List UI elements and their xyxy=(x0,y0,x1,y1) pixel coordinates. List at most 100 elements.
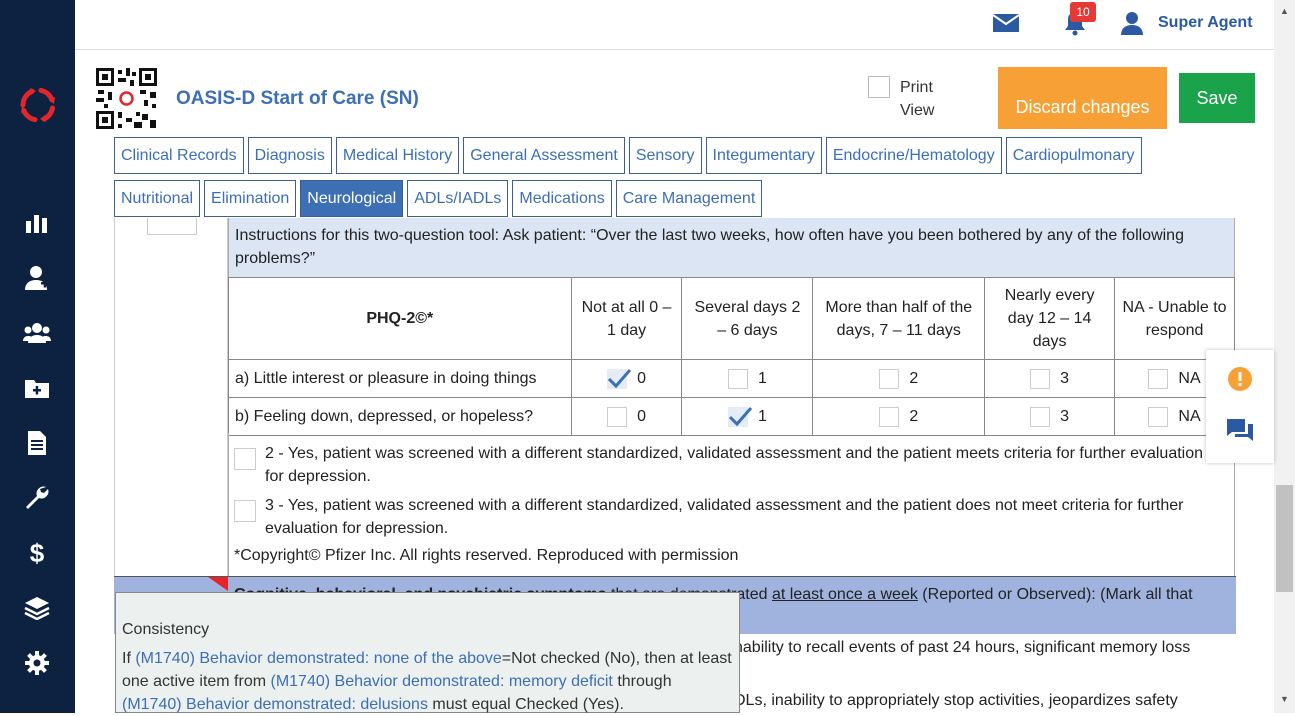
screening-option-3-label: 3 - Yes, patient was screened with a dif… xyxy=(265,497,1184,537)
tooltip-title: Consistency xyxy=(122,621,210,638)
tab-medications[interactable]: Medications xyxy=(512,180,612,217)
phq-b-1-checkbox[interactable] xyxy=(727,406,752,427)
m1740-option-1-text: nability to recall events of past 24 hou… xyxy=(734,639,1191,656)
sidebar: $ xyxy=(0,0,75,713)
warning-icon[interactable] xyxy=(1227,366,1253,397)
tab-cardiopulmonary[interactable]: Cardiopulmonary xyxy=(1005,137,1142,174)
phq-b-0-checkbox[interactable] xyxy=(607,406,628,427)
screening-option-3: 3 - Yes, patient was screened with a dif… xyxy=(228,494,1235,540)
print-view-checkbox[interactable] xyxy=(868,76,890,98)
phq-b-3-checkbox[interactable] xyxy=(1030,406,1051,427)
phq-col-header: More than half of the days, 7 – 11 days xyxy=(812,277,986,360)
phq-instructions: Instructions for this two-question tool:… xyxy=(228,218,1235,278)
chat-icon[interactable] xyxy=(1226,418,1254,449)
tab-care-management[interactable]: Care Management xyxy=(615,180,763,217)
tooltip-link-delusions[interactable]: (M1740) Behavior demonstrated: delusions xyxy=(122,696,428,713)
tab-diagnosis[interactable]: Diagnosis xyxy=(247,137,332,174)
folder-plus-icon[interactable] xyxy=(22,373,52,403)
gear-icon[interactable] xyxy=(22,648,52,678)
table-row: b) Feeling down, depressed, or hopeless?… xyxy=(228,397,1235,436)
print-view-label[interactable]: Print View xyxy=(900,76,960,122)
scroll-up-icon[interactable]: ▲ xyxy=(1280,6,1289,16)
phq-col-header: Not at all 0 – 1 day xyxy=(570,277,683,360)
option-value: NA xyxy=(1178,407,1201,425)
scroll-down-icon[interactable]: ▼ xyxy=(1280,694,1289,704)
option-value: 2 xyxy=(909,407,919,425)
option-value: 3 xyxy=(1060,369,1070,387)
qr-code-icon xyxy=(96,68,157,129)
tooltip-text: through xyxy=(612,673,672,690)
tooltip-text: must equal Checked (Yes). xyxy=(427,696,624,713)
table-row: a) Little interest or pleasure in doing … xyxy=(228,359,1235,398)
phq-col-header: NA - Unable to respond xyxy=(1114,277,1235,360)
page-title: OASIS-D Start of Care (SN) xyxy=(176,88,419,109)
form-header: OASIS-D Start of Care (SN) Print View Di… xyxy=(75,50,1274,142)
user-plus-icon[interactable] xyxy=(22,263,52,293)
screening-option-2-checkbox[interactable] xyxy=(234,448,256,470)
phq-a-1-checkbox[interactable] xyxy=(727,368,748,389)
m1740-option-2-text: DLs, inability to appropriately stop act… xyxy=(734,692,1178,709)
save-button[interactable]: Save xyxy=(1179,73,1255,123)
floating-action-panel xyxy=(1206,350,1274,463)
tab-integumentary[interactable]: Integumentary xyxy=(705,137,822,174)
user-name[interactable]: Super Agent xyxy=(1158,14,1253,32)
notification-badge: 10 xyxy=(1070,2,1096,22)
phq-col-header: Nearly every day 12 – 14 days xyxy=(984,277,1116,360)
option-value: 0 xyxy=(637,407,646,425)
phq-a-2-checkbox[interactable] xyxy=(879,368,900,389)
screening-option-3-checkbox[interactable] xyxy=(234,500,256,522)
phq-title: PHQ-2©* xyxy=(228,277,572,360)
copyright-note: *Copyright© Pfizer Inc. All rights reser… xyxy=(234,547,739,564)
option-value: 1 xyxy=(757,369,767,387)
users-icon[interactable] xyxy=(22,318,52,348)
screening-option-2: 2 - Yes, patient was screened with a dif… xyxy=(228,442,1235,488)
layers-icon[interactable] xyxy=(22,593,52,623)
phq-table: PHQ-2©* Not at all 0 – 1 day Several day… xyxy=(228,277,1235,436)
option-value: 2 xyxy=(909,369,919,387)
tab-nutritional[interactable]: Nutritional xyxy=(114,180,201,217)
mail-icon[interactable] xyxy=(992,12,1020,39)
top-bar: 10 Super Agent xyxy=(75,0,1274,50)
tab-general-assessment[interactable]: General Assessment xyxy=(463,137,625,174)
scroll-thumb[interactable] xyxy=(1276,485,1293,592)
tab-adls-iadls[interactable]: ADLs/IADLs xyxy=(407,180,509,217)
m1740-tail: (Reported or Observed): (Mark all that xyxy=(917,586,1193,603)
option-value: 3 xyxy=(1060,407,1070,425)
tooltip-link-none-of-above[interactable]: (M1740) Behavior demonstrated: none of t… xyxy=(135,650,501,667)
phq-row-label: a) Little interest or pleasure in doing … xyxy=(228,359,572,398)
dollar-icon[interactable]: $ xyxy=(22,538,52,568)
phq-a-3-checkbox[interactable] xyxy=(1030,368,1051,389)
tab-endocrine-hematology[interactable]: Endocrine/Hematology xyxy=(825,137,1002,174)
option-value: NA xyxy=(1178,369,1201,387)
user-icon[interactable] xyxy=(1120,11,1144,40)
tab-neurological[interactable]: Neurological xyxy=(300,180,404,217)
phq-b-na-checkbox[interactable] xyxy=(1148,406,1169,427)
screening-option-2-label: 2 - Yes, patient was screened with a dif… xyxy=(265,445,1204,485)
tooltip-text: If xyxy=(122,650,136,667)
phq-b-2-checkbox[interactable] xyxy=(879,406,900,427)
document-icon[interactable] xyxy=(22,428,52,458)
discard-changes-button[interactable]: Discard changes xyxy=(998,67,1167,129)
question-number-column xyxy=(114,218,228,578)
tab-bar-row-1: Clinical Records Diagnosis Medical Histo… xyxy=(114,137,1142,174)
chart-icon[interactable] xyxy=(22,208,52,238)
m1740-underlined: at least once a week xyxy=(771,586,918,603)
app-logo-icon[interactable] xyxy=(17,84,59,126)
tab-sensory[interactable]: Sensory xyxy=(628,137,702,174)
option-value: 1 xyxy=(757,407,767,425)
phq-a-na-checkbox[interactable] xyxy=(1148,368,1169,389)
page-scrollbar[interactable]: ▲ ▼ xyxy=(1274,0,1295,713)
required-flag-icon xyxy=(208,577,228,591)
tooltip-link-memory-deficit[interactable]: (M1740) Behavior demonstrated: memory de… xyxy=(271,673,613,690)
consistency-tooltip: Consistency If (M1740) Behavior demonstr… xyxy=(115,592,740,713)
phq-row-label: b) Feeling down, depressed, or hopeless? xyxy=(228,397,572,436)
phq-a-0-checkbox[interactable] xyxy=(607,368,632,389)
tab-bar-row-2: Nutritional Elimination Neurological ADL… xyxy=(114,180,763,217)
phq-col-header: Several days 2 – 6 days xyxy=(681,277,814,360)
tab-elimination[interactable]: Elimination xyxy=(204,180,297,217)
tab-clinical-records[interactable]: Clinical Records xyxy=(114,137,244,174)
wrench-icon[interactable] xyxy=(22,483,52,513)
tab-medical-history[interactable]: Medical History xyxy=(335,137,460,174)
option-value: 0 xyxy=(637,369,646,387)
question-checkbox-stub xyxy=(147,218,197,235)
